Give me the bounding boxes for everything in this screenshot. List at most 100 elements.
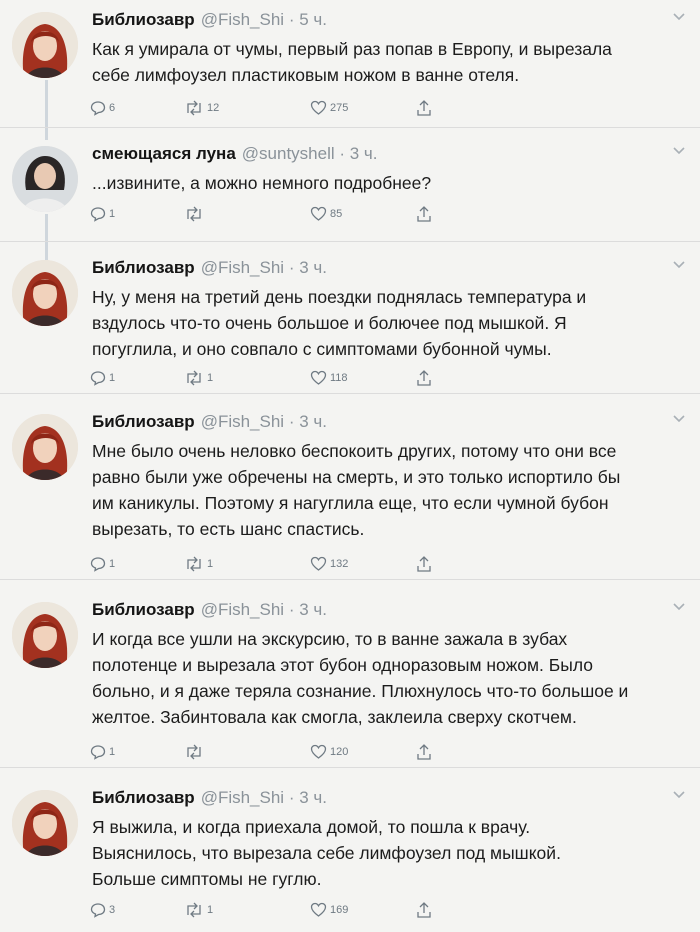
redhead-avatar[interactable]	[12, 790, 78, 856]
tweet-actions: 1 1 132	[90, 554, 450, 574]
like-button[interactable]: 169	[310, 900, 348, 920]
reply-icon	[90, 371, 106, 386]
share-button[interactable]	[416, 742, 432, 762]
reply-count: 3	[109, 904, 116, 916]
reply-button[interactable]: 1	[90, 742, 115, 762]
like-count: 118	[330, 372, 348, 384]
heart-icon	[310, 902, 327, 917]
tweet-text: ...извините, а можно немного подробнее?	[92, 173, 432, 193]
display-name[interactable]: смеющаяся луна	[92, 144, 236, 163]
divider	[0, 579, 700, 580]
timestamp[interactable]: · 3 ч.	[289, 258, 327, 277]
tweet-header: Библиозавр @Fish_Shi · 3 ч.	[92, 412, 327, 432]
tweet-text: И когда все ушли на экскурсию, то в ванн…	[92, 629, 629, 727]
chevron-down-icon[interactable]	[672, 260, 686, 270]
tweet-text: Ну, у меня на третий день поездки поднял…	[92, 287, 587, 359]
share-button[interactable]	[416, 368, 432, 388]
display-name[interactable]: Библиозавр	[92, 600, 195, 619]
display-name[interactable]: Библиозавр	[92, 788, 195, 807]
display-name[interactable]: Библиозавр	[92, 412, 195, 431]
reply-icon	[90, 745, 106, 760]
retweet-button[interactable]: 1	[184, 900, 213, 920]
reply-count: 1	[109, 558, 116, 570]
username[interactable]: @Fish_Shi · 3 ч.	[201, 600, 327, 619]
timestamp[interactable]: · 3 ч.	[339, 144, 377, 163]
divider	[0, 241, 700, 242]
share-icon	[417, 902, 431, 918]
tweet-text: Как я умирала от чумы, первый раз попав …	[92, 39, 612, 85]
retweet-icon	[187, 206, 201, 222]
like-button[interactable]: 120	[310, 742, 348, 762]
chevron-down-icon[interactable]	[672, 790, 686, 800]
retweet-count: 1	[207, 372, 214, 384]
tweet[interactable]: смеющаяся луна @suntyshell · 3 ч. ...изви…	[0, 134, 700, 242]
heart-icon	[310, 100, 327, 115]
username[interactable]: @Fish_Shi · 3 ч.	[201, 258, 327, 277]
like-button[interactable]: 132	[310, 554, 348, 574]
share-icon	[417, 206, 431, 222]
timestamp[interactable]: · 3 ч.	[289, 412, 327, 431]
reply-icon	[90, 207, 106, 222]
reply-icon	[90, 903, 106, 918]
retweet-button[interactable]: 12	[184, 98, 219, 118]
tweet[interactable]: Библиозавр @Fish_Shi · 3 ч. И когда все у…	[0, 590, 700, 768]
redhead-avatar[interactable]	[12, 260, 78, 326]
username[interactable]: @Fish_Shi · 5 ч.	[201, 10, 327, 29]
tweet-actions: 1 1 118	[90, 368, 450, 388]
share-button[interactable]	[416, 554, 432, 574]
retweet-count: 12	[207, 102, 220, 114]
heart-icon	[310, 206, 327, 221]
tweet-header: Библиозавр @Fish_Shi · 5 ч.	[92, 10, 327, 30]
retweet-icon	[187, 556, 201, 572]
share-button[interactable]	[416, 98, 432, 118]
timestamp[interactable]: · 3 ч.	[289, 788, 327, 807]
reply-button[interactable]: 3	[90, 900, 115, 920]
share-button[interactable]	[416, 204, 432, 224]
redhead-avatar[interactable]	[12, 602, 78, 668]
username[interactable]: @Fish_Shi · 3 ч.	[201, 788, 327, 807]
tweet-actions: 1 120	[90, 742, 450, 762]
like-button[interactable]: 118	[310, 368, 348, 388]
display-name[interactable]: Библиозавр	[92, 258, 195, 277]
tweet-actions: 1 85	[90, 204, 450, 224]
reply-count: 6	[109, 102, 116, 114]
tweet-actions: 6 12 275	[90, 98, 450, 118]
like-button[interactable]: 275	[310, 98, 348, 118]
reply-button[interactable]: 6	[90, 98, 115, 118]
tweet[interactable]: Библиозавр @Fish_Shi · 3 ч. Мне было очен…	[0, 402, 700, 580]
dark-hair-avatar[interactable]	[12, 146, 78, 212]
chevron-down-icon[interactable]	[672, 414, 686, 424]
redhead-avatar[interactable]	[12, 414, 78, 480]
chevron-down-icon[interactable]	[672, 146, 686, 156]
divider	[0, 393, 700, 394]
share-button[interactable]	[416, 900, 432, 920]
like-button[interactable]: 85	[310, 204, 342, 224]
retweet-icon	[187, 744, 201, 760]
reply-button[interactable]: 1	[90, 204, 115, 224]
chevron-down-icon[interactable]	[672, 602, 686, 612]
retweet-button[interactable]: 1	[184, 368, 213, 388]
like-count: 275	[330, 102, 349, 114]
redhead-avatar[interactable]	[12, 12, 78, 78]
tweet-header: Библиозавр @Fish_Shi · 3 ч.	[92, 788, 327, 808]
reply-button[interactable]: 1	[90, 554, 115, 574]
timestamp[interactable]: · 5 ч.	[289, 10, 327, 29]
tweet[interactable]: Библиозавр @Fish_Shi · 3 ч. Я выжила, и к…	[0, 778, 700, 932]
tweet[interactable]: Библиозавр @Fish_Shi · 5 ч. Как я умирала…	[0, 0, 700, 128]
retweet-button[interactable]	[184, 204, 207, 224]
retweet-button[interactable]	[184, 742, 207, 762]
tweet[interactable]: Библиозавр @Fish_Shi · 3 ч. Ну, у меня на…	[0, 248, 700, 394]
like-count: 120	[330, 746, 349, 758]
chevron-down-icon[interactable]	[672, 12, 686, 22]
tweet-text: Мне было очень неловко беспокоить других…	[92, 441, 621, 539]
reply-button[interactable]: 1	[90, 368, 115, 388]
username[interactable]: @Fish_Shi · 3 ч.	[201, 412, 327, 431]
retweet-icon	[187, 100, 201, 116]
heart-icon	[310, 370, 327, 385]
username[interactable]: @suntyshell · 3 ч.	[242, 144, 378, 163]
heart-icon	[310, 744, 327, 759]
retweet-button[interactable]: 1	[184, 554, 213, 574]
timestamp[interactable]: · 3 ч.	[289, 600, 327, 619]
retweet-count: 1	[207, 558, 214, 570]
display-name[interactable]: Библиозавр	[92, 10, 195, 29]
